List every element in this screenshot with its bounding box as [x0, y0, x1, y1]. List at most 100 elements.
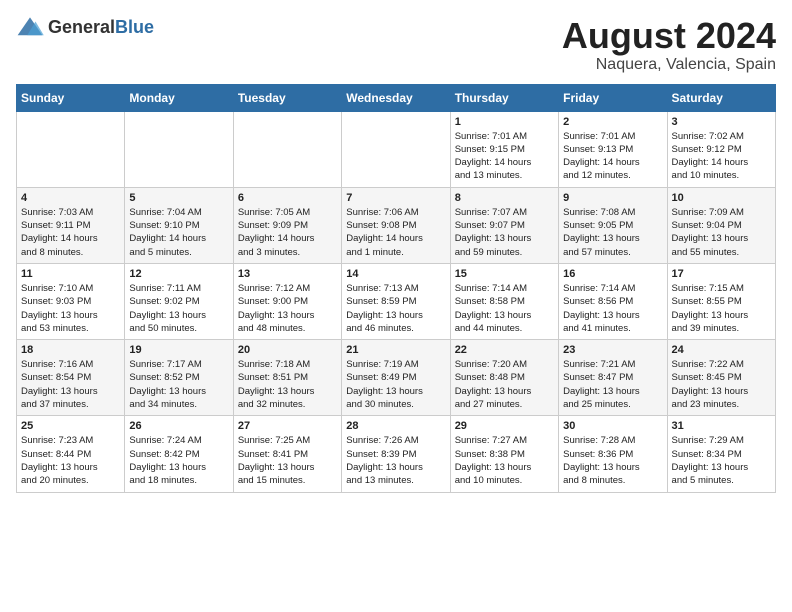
calendar-cell: 18 Sunrise: 7:16 AMSunset: 8:54 PMDayligh…: [17, 340, 125, 416]
weekday-header-saturday: Saturday: [667, 84, 775, 111]
day-number: 12: [129, 268, 228, 280]
calendar-cell: 8 Sunrise: 7:07 AMSunset: 9:07 PMDaylight…: [450, 187, 558, 263]
week-row-4: 18 Sunrise: 7:16 AMSunset: 8:54 PMDayligh…: [17, 340, 776, 416]
cell-content: Sunrise: 7:20 AMSunset: 8:48 PMDaylight:…: [455, 358, 554, 411]
calendar-cell: 9 Sunrise: 7:08 AMSunset: 9:05 PMDaylight…: [559, 187, 667, 263]
day-number: 18: [21, 344, 120, 356]
cell-content: Sunrise: 7:18 AMSunset: 8:51 PMDaylight:…: [238, 358, 337, 411]
calendar-cell: 21 Sunrise: 7:19 AMSunset: 8:49 PMDayligh…: [342, 340, 450, 416]
cell-content: Sunrise: 7:01 AMSunset: 9:13 PMDaylight:…: [563, 130, 662, 183]
calendar-cell: 14 Sunrise: 7:13 AMSunset: 8:59 PMDayligh…: [342, 263, 450, 339]
day-number: 28: [346, 420, 445, 432]
calendar-cell: 11 Sunrise: 7:10 AMSunset: 9:03 PMDayligh…: [17, 263, 125, 339]
weekday-header-wednesday: Wednesday: [342, 84, 450, 111]
logo-blue: Blue: [115, 17, 154, 37]
weekday-header-thursday: Thursday: [450, 84, 558, 111]
day-number: 10: [672, 192, 771, 204]
cell-content: Sunrise: 7:02 AMSunset: 9:12 PMDaylight:…: [672, 130, 771, 183]
day-number: 31: [672, 420, 771, 432]
day-number: 11: [21, 268, 120, 280]
calendar-cell: 13Sunrise: 7:12 AMSunset: 9:00 PMDayligh…: [233, 263, 341, 339]
cell-content: Sunrise: 7:01 AMSunset: 9:15 PMDaylight:…: [455, 130, 554, 183]
week-row-5: 25 Sunrise: 7:23 AMSunset: 8:44 PMDayligh…: [17, 416, 776, 492]
calendar-cell: 2 Sunrise: 7:01 AMSunset: 9:13 PMDaylight…: [559, 111, 667, 187]
week-row-3: 11 Sunrise: 7:10 AMSunset: 9:03 PMDayligh…: [17, 263, 776, 339]
cell-content: Sunrise: 7:03 AMSunset: 9:11 PMDaylight:…: [21, 206, 120, 259]
cell-content: Sunrise: 7:14 AMSunset: 8:58 PMDaylight:…: [455, 282, 554, 335]
calendar-cell: 1Sunrise: 7:01 AMSunset: 9:15 PMDaylight…: [450, 111, 558, 187]
calendar-cell: 4 Sunrise: 7:03 AMSunset: 9:11 PMDaylight…: [17, 187, 125, 263]
weekday-header-monday: Monday: [125, 84, 233, 111]
page-title: August 2024: [562, 16, 776, 56]
day-number: 14: [346, 268, 445, 280]
weekday-header-friday: Friday: [559, 84, 667, 111]
calendar-cell: 6 Sunrise: 7:05 AMSunset: 9:09 PMDaylight…: [233, 187, 341, 263]
calendar-cell: 3Sunrise: 7:02 AMSunset: 9:12 PMDaylight…: [667, 111, 775, 187]
day-number: 30: [563, 420, 662, 432]
cell-content: Sunrise: 7:22 AMSunset: 8:45 PMDaylight:…: [672, 358, 771, 411]
day-number: 23: [563, 344, 662, 356]
calendar-cell: 22 Sunrise: 7:20 AMSunset: 8:48 PMDayligh…: [450, 340, 558, 416]
day-number: 21: [346, 344, 445, 356]
day-number: 24: [672, 344, 771, 356]
day-number: 5: [129, 192, 228, 204]
calendar-cell: 25 Sunrise: 7:23 AMSunset: 8:44 PMDayligh…: [17, 416, 125, 492]
cell-content: Sunrise: 7:14 AMSunset: 8:56 PMDaylight:…: [563, 282, 662, 335]
calendar-cell: 17Sunrise: 7:15 AMSunset: 8:55 PMDayligh…: [667, 263, 775, 339]
day-number: 26: [129, 420, 228, 432]
day-number: 4: [21, 192, 120, 204]
calendar-cell: [233, 111, 341, 187]
calendar-cell: 19Sunrise: 7:17 AMSunset: 8:52 PMDayligh…: [125, 340, 233, 416]
calendar-cell: 7 Sunrise: 7:06 AMSunset: 9:08 PMDaylight…: [342, 187, 450, 263]
cell-content: Sunrise: 7:26 AMSunset: 8:39 PMDaylight:…: [346, 434, 445, 487]
day-number: 6: [238, 192, 337, 204]
calendar-cell: 23Sunrise: 7:21 AMSunset: 8:47 PMDayligh…: [559, 340, 667, 416]
calendar-cell: 15 Sunrise: 7:14 AMSunset: 8:58 PMDayligh…: [450, 263, 558, 339]
day-number: 7: [346, 192, 445, 204]
day-number: 20: [238, 344, 337, 356]
calendar-cell: 24 Sunrise: 7:22 AMSunset: 8:45 PMDayligh…: [667, 340, 775, 416]
day-number: 22: [455, 344, 554, 356]
cell-content: Sunrise: 7:27 AMSunset: 8:38 PMDaylight:…: [455, 434, 554, 487]
cell-content: Sunrise: 7:11 AMSunset: 9:02 PMDaylight:…: [129, 282, 228, 335]
cell-content: Sunrise: 7:15 AMSunset: 8:55 PMDaylight:…: [672, 282, 771, 335]
calendar-cell: 29Sunrise: 7:27 AMSunset: 8:38 PMDayligh…: [450, 416, 558, 492]
page-subtitle: Naquera, Valencia, Spain: [562, 56, 776, 74]
cell-content: Sunrise: 7:08 AMSunset: 9:05 PMDaylight:…: [563, 206, 662, 259]
calendar-cell: [342, 111, 450, 187]
calendar-cell: 10Sunrise: 7:09 AMSunset: 9:04 PMDayligh…: [667, 187, 775, 263]
cell-content: Sunrise: 7:19 AMSunset: 8:49 PMDaylight:…: [346, 358, 445, 411]
cell-content: Sunrise: 7:24 AMSunset: 8:42 PMDaylight:…: [129, 434, 228, 487]
cell-content: Sunrise: 7:10 AMSunset: 9:03 PMDaylight:…: [21, 282, 120, 335]
day-number: 16: [563, 268, 662, 280]
day-number: 25: [21, 420, 120, 432]
cell-content: Sunrise: 7:04 AMSunset: 9:10 PMDaylight:…: [129, 206, 228, 259]
calendar-cell: 28 Sunrise: 7:26 AMSunset: 8:39 PMDayligh…: [342, 416, 450, 492]
title-block: August 2024 Naquera, Valencia, Spain: [562, 16, 776, 74]
cell-content: Sunrise: 7:23 AMSunset: 8:44 PMDaylight:…: [21, 434, 120, 487]
weekday-header-sunday: Sunday: [17, 84, 125, 111]
day-number: 15: [455, 268, 554, 280]
logo: GeneralBlue: [16, 16, 154, 38]
weekday-header-tuesday: Tuesday: [233, 84, 341, 111]
calendar-cell: 31 Sunrise: 7:29 AMSunset: 8:34 PMDayligh…: [667, 416, 775, 492]
day-number: 27: [238, 420, 337, 432]
cell-content: Sunrise: 7:05 AMSunset: 9:09 PMDaylight:…: [238, 206, 337, 259]
calendar-cell: [17, 111, 125, 187]
cell-content: Sunrise: 7:25 AMSunset: 8:41 PMDaylight:…: [238, 434, 337, 487]
day-number: 8: [455, 192, 554, 204]
cell-content: Sunrise: 7:29 AMSunset: 8:34 PMDaylight:…: [672, 434, 771, 487]
cell-content: Sunrise: 7:06 AMSunset: 9:08 PMDaylight:…: [346, 206, 445, 259]
calendar-cell: 12 Sunrise: 7:11 AMSunset: 9:02 PMDayligh…: [125, 263, 233, 339]
day-number: 9: [563, 192, 662, 204]
calendar-cell: 27 Sunrise: 7:25 AMSunset: 8:41 PMDayligh…: [233, 416, 341, 492]
week-row-2: 4 Sunrise: 7:03 AMSunset: 9:11 PMDaylight…: [17, 187, 776, 263]
calendar-cell: 26 Sunrise: 7:24 AMSunset: 8:42 PMDayligh…: [125, 416, 233, 492]
cell-content: Sunrise: 7:16 AMSunset: 8:54 PMDaylight:…: [21, 358, 120, 411]
logo-icon: [16, 16, 44, 38]
calendar-cell: 16 Sunrise: 7:14 AMSunset: 8:56 PMDayligh…: [559, 263, 667, 339]
cell-content: Sunrise: 7:13 AMSunset: 8:59 PMDaylight:…: [346, 282, 445, 335]
page-header: GeneralBlue August 2024 Naquera, Valenci…: [16, 16, 776, 74]
cell-content: Sunrise: 7:07 AMSunset: 9:07 PMDaylight:…: [455, 206, 554, 259]
day-number: 2: [563, 116, 662, 128]
